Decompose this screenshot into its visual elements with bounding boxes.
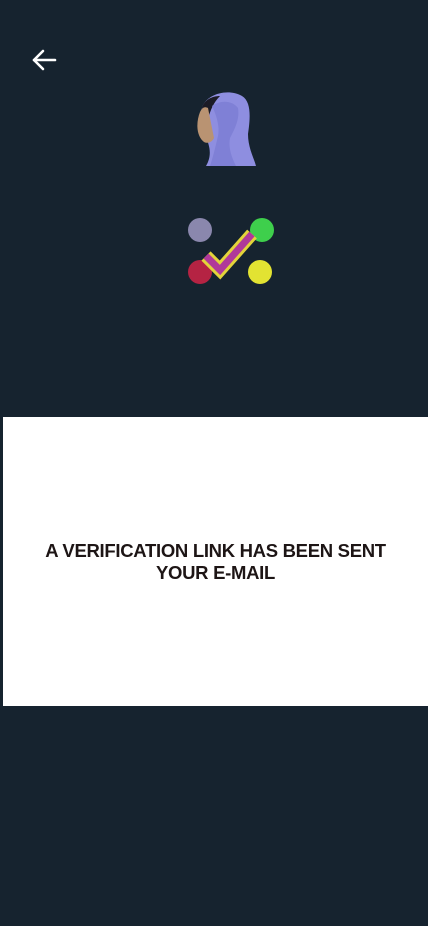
verification-message: A VERIFICATION LINK HAS BEEN SENT YOUR E… [45, 539, 386, 583]
hijab-woman-avatar-icon [197, 92, 256, 166]
verification-message-card: A VERIFICATION LINK HAS BEEN SENT YOUR E… [3, 417, 428, 706]
arrow-left-icon [32, 49, 57, 71]
back-button[interactable] [24, 40, 64, 80]
checkmark-dots-logo-icon [188, 218, 274, 284]
verification-screen: A VERIFICATION LINK HAS BEEN SENT YOUR E… [0, 0, 428, 926]
